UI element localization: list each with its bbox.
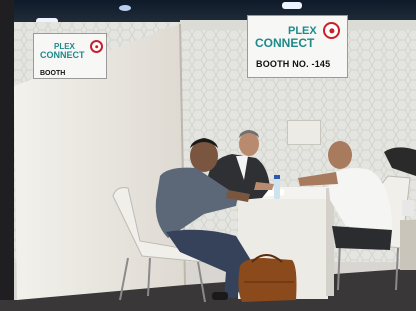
ceiling-light: [282, 2, 302, 9]
booth-label: BOOTH: [40, 70, 66, 77]
booth-sign-right: PLEX CONNECT BOOTH NO. -145: [247, 15, 348, 78]
emblem-logo-icon: [90, 40, 103, 53]
photo-scene: PLEX CONNECT BOOTH PLEX CONNECT BOOTH NO…: [0, 0, 416, 311]
booth-post: [400, 220, 416, 270]
bottle-cap: [274, 175, 280, 179]
leather-bag: [238, 254, 297, 302]
emblem-logo-icon: [323, 22, 340, 39]
booth-sign-left: PLEX CONNECT BOOTH: [33, 33, 107, 79]
brand-name-line2: CONNECT: [255, 36, 315, 50]
brand-name-line2: CONNECT: [40, 50, 85, 60]
wall-label-holder: [287, 120, 321, 145]
outer-edge: [0, 0, 14, 311]
water-bottle: [274, 178, 280, 199]
booth-number: BOOTH NO. -145: [256, 59, 331, 69]
ceiling-light: [119, 5, 131, 11]
